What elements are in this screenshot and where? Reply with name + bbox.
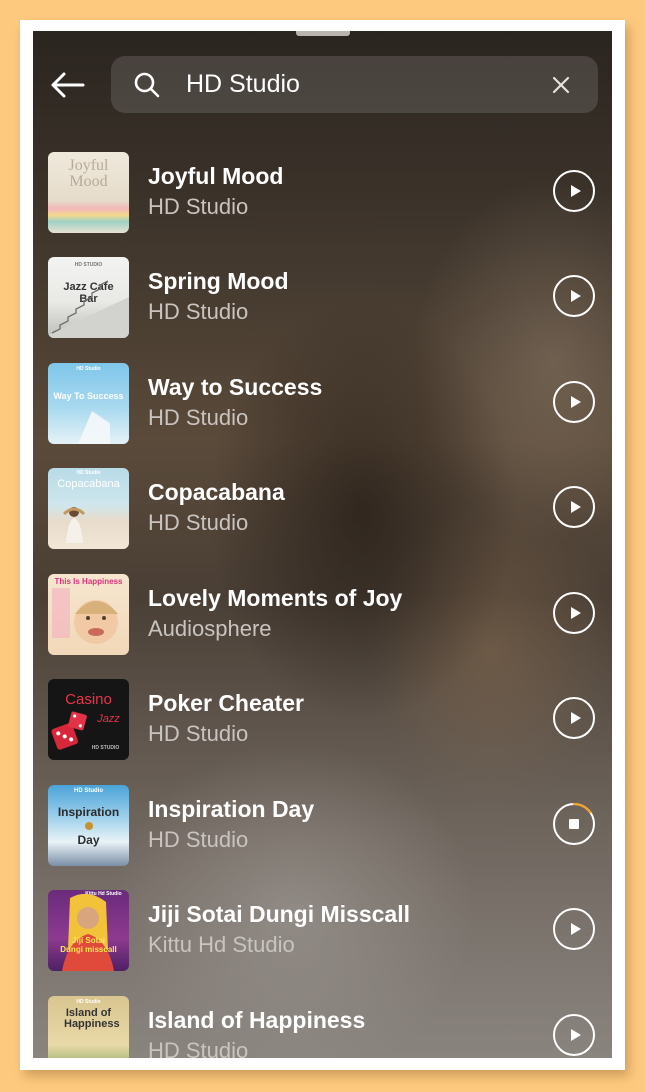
play-icon <box>570 1029 581 1041</box>
play-button[interactable] <box>553 486 595 528</box>
play-button[interactable] <box>553 1014 595 1056</box>
search-bar[interactable]: HD Studio <box>111 56 598 113</box>
back-button[interactable] <box>47 67 87 103</box>
cover-title: Island of Happiness <box>64 1007 120 1030</box>
track-title: Spring Mood <box>148 268 289 294</box>
play-button[interactable] <box>553 170 595 212</box>
album-cover: HD Studio Way To Success <box>48 363 129 444</box>
track-row[interactable]: HD Studio Way To Success Way to Success … <box>33 362 612 467</box>
playback-progress-ring <box>572 803 592 814</box>
play-icon <box>570 712 581 724</box>
close-icon[interactable] <box>549 73 573 97</box>
track-artist: HD Studio <box>148 405 249 430</box>
arrow-left-icon <box>51 72 85 98</box>
track-artist: HD Studio <box>148 721 249 746</box>
track-artist: HD Studio <box>148 299 249 324</box>
track-row[interactable]: Kittu Hd Studio Jiji Sotai Dungi misscal… <box>33 889 612 994</box>
baby-graphic <box>52 588 118 644</box>
play-icon <box>570 501 581 513</box>
person-graphic <box>62 507 86 543</box>
track-row[interactable]: Casino Jazz HD STUDIO Poker Cheater HD S… <box>33 678 612 783</box>
stairs-graphic <box>48 280 129 338</box>
track-row[interactable]: HD Studio Inspiration Day Inspiration Da… <box>33 784 612 889</box>
play-icon <box>570 396 581 408</box>
sun-graphic <box>85 822 93 830</box>
track-row[interactable]: HD Studio Island of Happiness Island of … <box>33 995 612 1058</box>
album-cover: Joyful Mood <box>48 152 129 233</box>
building-graphic <box>78 410 111 444</box>
play-button[interactable] <box>553 697 595 739</box>
track-row[interactable]: HD STUDIO Jazz Cafe Bar Spring Mood HD S… <box>33 256 612 361</box>
track-title: Way to Success <box>148 374 323 400</box>
track-artist: HD Studio <box>148 1038 249 1058</box>
play-icon <box>570 607 581 619</box>
track-row[interactable]: This Is Happiness Lovely Moments of Joy … <box>33 573 612 678</box>
play-button[interactable] <box>553 592 595 634</box>
album-cover: This Is Happiness <box>48 574 129 655</box>
track-title: Joyful Mood <box>148 163 284 189</box>
track-title: Lovely Moments of Joy <box>148 585 403 611</box>
search-input[interactable]: HD Studio <box>186 56 300 113</box>
cover-tag: HD Studio <box>76 999 101 1005</box>
music-search-screen: HD Studio Joyful Mood Joyful Mood HD Stu… <box>33 31 612 1058</box>
album-cover: Casino Jazz HD STUDIO <box>48 679 129 760</box>
track-title: Copacabana <box>148 479 285 505</box>
track-title: Island of Happiness <box>148 1007 366 1033</box>
singer-graphic <box>62 893 114 971</box>
play-button[interactable] <box>553 908 595 950</box>
dice-graphic <box>51 711 87 750</box>
album-cover: HD STUDIO Jazz Cafe Bar <box>48 257 129 338</box>
track-title: Inspiration Day <box>148 796 315 822</box>
track-artist: HD Studio <box>148 510 249 535</box>
cover-title: Joyful Mood <box>68 157 109 190</box>
track-title: Poker Cheater <box>148 690 304 716</box>
track-artist: Audiosphere <box>148 616 272 641</box>
search-icon <box>134 72 160 98</box>
play-button[interactable] <box>553 381 595 423</box>
play-icon <box>570 185 581 197</box>
album-cover: Kittu Hd Studio Jiji Sotai Dungi misscal… <box>48 890 129 971</box>
album-cover: HD Studio Island of Happiness <box>48 996 129 1058</box>
track-row[interactable]: HD Studio Copacabana Copacabana HD Studi… <box>33 467 612 572</box>
play-icon <box>570 923 581 935</box>
track-artist: Kittu Hd Studio <box>148 932 295 957</box>
cover-title: Jiji Sotai Dungi misscall <box>60 936 117 954</box>
track-title: Jiji Sotai Dungi Misscall <box>148 901 411 927</box>
stop-button[interactable] <box>553 803 595 845</box>
drag-handle[interactable] <box>296 31 350 36</box>
track-artist: HD Studio <box>148 194 249 219</box>
play-icon <box>570 290 581 302</box>
stop-icon <box>569 819 579 829</box>
track-row[interactable]: Joyful Mood Joyful Mood HD Studio <box>33 151 612 256</box>
track-artist: HD Studio <box>148 827 249 852</box>
album-cover: HD Studio Copacabana <box>48 468 129 549</box>
album-cover: HD Studio Inspiration Day <box>48 785 129 866</box>
play-button[interactable] <box>553 275 595 317</box>
